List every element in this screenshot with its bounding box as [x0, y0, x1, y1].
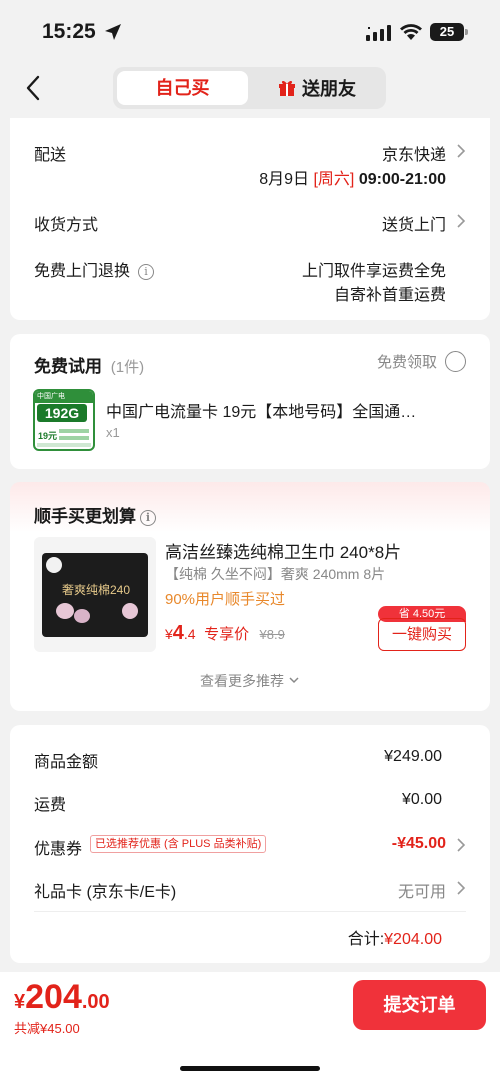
gift-icon	[279, 80, 295, 96]
location-arrow-icon	[105, 24, 121, 40]
checkout-bar: ¥204.00 共减¥45.00 提交订单	[0, 972, 500, 1082]
sim-thumb-price: 19元	[38, 431, 58, 441]
shipping-value: ¥0.00	[401, 791, 442, 808]
delivery-card: 配送 京东快递 8月9日 [周六] 09:00-21:00 收货方式 送货上门 …	[10, 118, 490, 320]
submit-order-button[interactable]: 提交订单	[353, 980, 486, 1030]
chevron-right-icon	[456, 880, 466, 896]
delivery-label: 配送	[34, 147, 67, 164]
one-click-buy-button[interactable]: 一键购买	[378, 618, 466, 651]
goods-amount-label: 商品金额	[34, 754, 99, 771]
purchase-mode-switch: 自己买 送朋友	[113, 67, 386, 109]
receive-method-value: 送货上门	[381, 217, 446, 234]
battery-icon: 25	[430, 23, 468, 41]
wifi-icon	[400, 24, 422, 40]
goods-amount-value: ¥249.00	[384, 748, 442, 765]
sim-thumb-data: 192G	[37, 404, 87, 422]
tab-buy-for-self[interactable]: 自己买	[117, 71, 248, 105]
original-price: ¥8.9	[259, 627, 285, 642]
upsell-title: 顺手买更划算	[34, 507, 136, 526]
pad-product-thumbnail[interactable]: 奢爽纯棉240	[34, 537, 156, 652]
upsell-social-proof: 90%用户顺手买过	[165, 591, 286, 608]
see-more-recommendations[interactable]: 查看更多推荐	[10, 671, 490, 691]
free-return-label: 免费上门退换	[34, 263, 131, 280]
payable-decimal: .00	[81, 991, 110, 1013]
delivery-date: 8月9日	[259, 171, 310, 188]
free-trial-card: 免费试用 (1件) 免费领取 中国广电 192G 19元 中国广电流量卡 19元…	[10, 334, 490, 469]
gift-card-value: 无可用	[397, 884, 446, 901]
free-claim-label: 免费领取	[376, 354, 437, 371]
payable-currency: ¥	[14, 991, 26, 1013]
home-indicator	[180, 1066, 320, 1071]
delivery-timeslot: 09:00-21:00	[358, 171, 446, 188]
delivery-carrier: 京东快递	[381, 147, 446, 164]
upsell-price: ¥4.4 专享价 ¥8.9	[165, 622, 285, 645]
payable-amount: ¥204.00	[14, 978, 110, 1017]
see-more-label: 查看更多推荐	[200, 673, 285, 689]
nav-bar: 自己买 送朋友	[0, 62, 500, 118]
sim-card-thumbnail[interactable]: 中国广电 192G 19元	[33, 389, 95, 451]
return-policy-line2: 自寄补首重运费	[333, 287, 446, 304]
price-currency: ¥	[165, 626, 173, 642]
price-integer: 4	[172, 622, 184, 644]
free-trial-title: 免费试用	[34, 357, 102, 376]
chevron-right-icon	[456, 143, 466, 159]
return-policy-line1: 上门取件享运费全免	[301, 263, 446, 280]
status-time: 15:25	[42, 20, 96, 43]
sim-thumb-top-text: 中国广电	[37, 393, 65, 400]
price-decimal: .4	[183, 626, 196, 642]
free-return-label-row: 免费上门退换 i	[34, 257, 155, 281]
total-row: 合计:¥204.00	[348, 925, 442, 949]
upsell-product-name[interactable]: 高洁丝臻选纯棉卫生巾 240*8片	[165, 538, 401, 563]
upsell-title-row: 顺手买更划算 i	[34, 502, 156, 527]
delivery-time[interactable]: 8月9日 [周六] 09:00-21:00	[259, 165, 446, 189]
coupon-label: 优惠券	[34, 841, 83, 858]
upsell-product-desc: 【纯棉 久坐不闷】奢爽 240mm 8片	[165, 566, 386, 582]
free-trial-count: (1件)	[110, 359, 145, 376]
trial-product-qty: x1	[106, 425, 120, 440]
shipping-label: 运费	[34, 797, 67, 814]
gift-card-label: 礼品卡 (京东卡/E卡)	[34, 884, 177, 901]
delivery-weekday: [周六]	[313, 171, 355, 188]
total-value: ¥204.00	[384, 931, 442, 948]
tab-send-to-friend[interactable]: 送朋友	[252, 71, 382, 105]
order-summary-card: 商品金额 ¥249.00 运费 ¥0.00 优惠券 已选推荐优惠 (含 PLUS…	[10, 725, 490, 963]
divider	[34, 911, 466, 912]
status-bar: 15:25 25	[0, 0, 500, 62]
price-tag: 专享价	[204, 626, 250, 643]
coupon-tag: 已选推荐优惠 (含 PLUS 品类补贴)	[90, 835, 267, 853]
trial-product-name[interactable]: 中国广电流量卡 19元【本地号码】全国通…	[106, 398, 416, 422]
chevron-down-icon	[289, 677, 299, 684]
claim-radio-button[interactable]	[445, 351, 466, 372]
upsell-card: 顺手买更划算 i 奢爽纯棉240 高洁丝臻选纯棉卫生巾 240*8片 【纯棉 久坐…	[10, 482, 490, 711]
coupon-value: -¥45.00	[391, 835, 446, 852]
back-arrow-icon[interactable]	[22, 74, 44, 102]
receive-method-label: 收货方式	[34, 217, 99, 234]
free-claim-toggle[interactable]: 免费领取	[377, 351, 466, 372]
chevron-right-icon	[456, 213, 466, 229]
free-trial-title-row: 免费试用 (1件)	[34, 352, 144, 377]
total-label: 合计:	[347, 931, 385, 948]
cellular-signal-icon	[366, 25, 391, 41]
total-savings: 共减¥45.00	[14, 1021, 80, 1036]
info-icon[interactable]: i	[138, 264, 155, 280]
payable-integer: 204	[25, 978, 82, 1016]
info-icon[interactable]: i	[140, 510, 156, 526]
battery-level: 25	[439, 24, 455, 39]
chevron-right-icon	[456, 837, 466, 853]
pad-thumb-text: 奢爽纯棉240	[61, 583, 131, 597]
tab-send-to-friend-label: 送朋友	[302, 79, 356, 99]
